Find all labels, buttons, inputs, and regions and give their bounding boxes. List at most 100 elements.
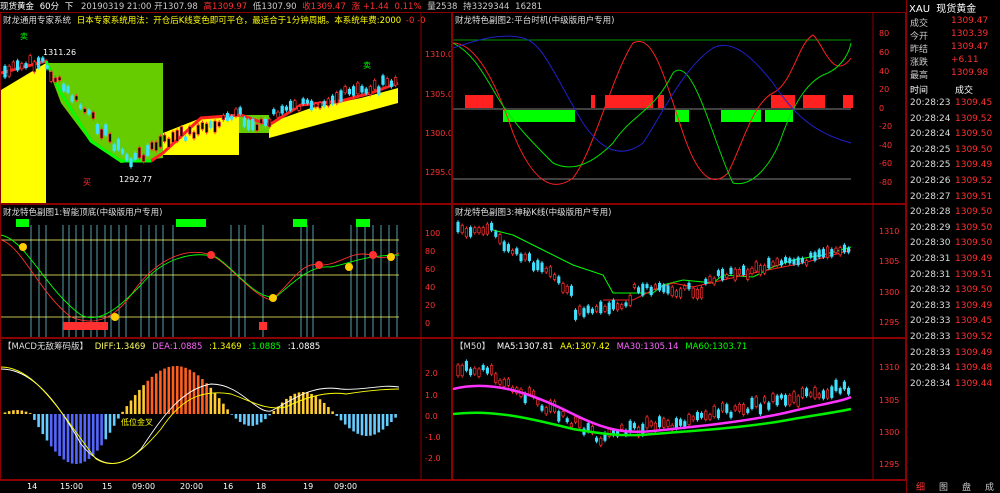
x-tick: 15:00 [60,482,84,491]
trade-price: 1309.44 [955,378,993,389]
y-tick: -20 [879,122,893,131]
tab-chart[interactable]: 图 [939,480,948,493]
quote-panel: XAU 现货黄金 成交 1309.47 今开 1303.39 昨结 1309.47 涨跌 +6… [906,0,1000,493]
trade-row[interactable]: 20:28:26 1309.52 [907,174,1000,190]
buy-marker: 买 [83,178,91,187]
trade-price: 1309.52 [955,113,993,124]
low-mark-label: 1292.77 [119,175,153,184]
y-tick: 1.0 [425,391,438,400]
y-tick: 0.0 [425,412,438,421]
bar-close: 收1309.47 [302,2,346,12]
sub1-panel[interactable]: 财龙特色副图1:智能顶底(中级版用户专用) 100 80 60 40 20 0 [0,204,452,338]
main-chart-panel[interactable]: 财龙通用专家系统 日本专家系统用法：开仓后K线变色即可平仓，最适合于1分钟周期。… [0,12,452,204]
symbol-name[interactable]: 现货黄金 [0,2,34,12]
yellow-zone [1,63,46,203]
green-zone [46,63,163,163]
x-tick: 15 [102,482,113,491]
trade-row[interactable]: 20:28:31 1309.51 [907,268,1000,284]
tab-book[interactable]: 盘 [962,480,971,493]
trade-row[interactable]: 20:28:28 1309.50 [907,205,1000,221]
m50-panel[interactable]: 【M50】 MA5:1307.81 AA:1307.42 MA30:1305.1… [452,338,906,480]
trades-header: 时间 成交 [907,81,1000,96]
trade-time: 20:28:31 [910,253,951,264]
trade-price: 1309.48 [955,363,993,374]
trade-time: 20:28:30 [910,238,951,249]
trade-time: 20:28:34 [910,378,951,389]
period-label[interactable]: 60分 [40,2,59,12]
trades-list[interactable]: 20:28:23 1309.45 20:28:24 1309.52 20:28:24 13… [907,96,1000,392]
trade-time: 20:28:24 [910,113,951,124]
trade-price: 1309.51 [955,269,993,280]
trade-time: 20:28:31 [910,269,951,280]
sub3-title: 财龙特色副图3:神秘K线(中级版用户专用) [455,208,612,218]
x-tick: 09:00 [334,482,358,491]
nav-label[interactable]: 下 [65,2,74,12]
trade-price: 1309.50 [955,129,993,140]
x-tick: 19 [303,482,314,491]
tab-trades[interactable]: 成 [985,480,994,493]
quote-name: 现货黄金 [936,4,977,15]
trade-row[interactable]: 20:28:25 1309.50 [907,143,1000,159]
y-tick: 40 [425,283,436,292]
tab-detail[interactable]: 细 [916,480,925,493]
quote-row: 今开 1303.39 [907,29,1000,42]
sub2-panel[interactable]: 财龙特色副图2:平台时机(中级版用户专用) 80 60 40 20 0 -20 … [452,12,906,204]
trade-row[interactable]: 20:28:27 1309.51 [907,190,1000,206]
trade-row[interactable]: 20:28:32 1309.50 [907,283,1000,299]
m50-svg [453,339,874,479]
trade-row[interactable]: 20:28:34 1309.48 [907,361,1000,377]
y-tick: 0 [425,319,431,328]
y-tick: 1310.0 [425,50,452,59]
m50-title: 【M50】 [455,342,491,352]
trade-row[interactable]: 20:28:33 1309.49 [907,299,1000,315]
trade-price: 1309.50 [955,222,993,233]
trade-row[interactable]: 20:28:25 1309.49 [907,158,1000,174]
quote-row-label: 今开 [910,32,929,42]
macd-svg [1,339,422,479]
trade-row[interactable]: 20:28:33 1309.49 [907,346,1000,362]
bar-open: 开1307.98 [154,2,198,12]
y-tick: 0 [879,104,885,113]
macd-note: 低位金叉 [121,418,153,427]
trade-price: 1309.45 [955,98,993,108]
y-tick: -2.0 [425,454,441,463]
sub2-title: 财龙特色副图2:平台时机(中级版用户专用) [455,16,615,26]
main-title-row: 财龙通用专家系统 日本专家系统用法：开仓后K线变色即可平仓，最适合于1分钟周期。… [3,14,426,26]
macd-title-row: 【MACD无敌筹码版】 DIFF:1.3469 DEA:1.0885 :1.34… [3,340,320,352]
macd-panel[interactable]: 【MACD无敌筹码版】 DIFF:1.3469 DEA:1.0885 :1.34… [0,338,452,480]
trade-row[interactable]: 20:28:29 1309.50 [907,221,1000,237]
quote-row-value: 1303.39 [951,29,989,39]
bar-datetime: 20190319 21:00 [80,2,152,12]
quote-symbol: XAU [909,4,931,15]
trade-row[interactable]: 20:28:34 1309.44 [907,377,1000,393]
macd-title: 【MACD无敌筹码版】 [3,342,88,352]
trade-row[interactable]: 20:28:24 1309.52 [907,112,1000,128]
trade-row[interactable]: 20:28:23 1309.45 [907,96,1000,112]
trade-row[interactable]: 20:28:24 1309.50 [907,127,1000,143]
y-tick: 1305.0 [425,90,452,99]
y-tick: 1305 [879,396,900,405]
trade-row[interactable]: 20:28:33 1309.45 [907,314,1000,330]
trade-row[interactable]: 20:28:30 1309.50 [907,236,1000,252]
sub3-panel[interactable]: 财龙特色副图3:神秘K线(中级版用户专用) 1310 1305 1300 129… [452,204,906,338]
high-mark-label: 1311.26 [43,48,77,57]
trade-time: 20:28:33 [910,300,951,311]
sub3-svg [456,205,874,337]
y-tick: 1300 [879,288,900,297]
trade-time: 20:28:33 [910,316,951,327]
trade-time: 20:28:34 [910,363,951,374]
trade-price: 1309.49 [955,347,993,358]
trade-price: 1309.50 [955,207,993,218]
quote-row-value: +6.11 [951,55,979,65]
y-tick: 1310 [879,363,900,372]
bar-high: 高1309.97 [203,2,248,12]
y-tick: 1295 [879,318,900,327]
m50-ma5: MA5:1307.81 [496,342,554,352]
quote-row: 涨跌 +6.11 [907,55,1000,68]
y-tick: 20 [879,85,890,94]
trade-row[interactable]: 20:28:33 1309.52 [907,330,1000,346]
quote-row-value: 1309.47 [951,16,989,26]
trade-price: 1309.49 [955,160,993,171]
macd-v2: :1.0885 [248,342,281,352]
trade-row[interactable]: 20:28:31 1309.49 [907,252,1000,268]
